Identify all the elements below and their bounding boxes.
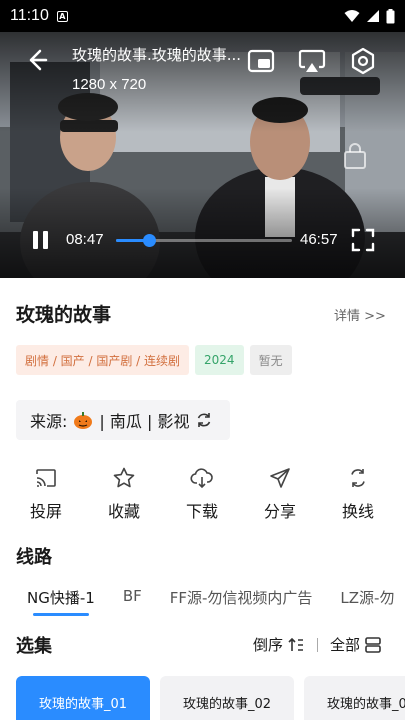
routes-title: 线路	[16, 547, 52, 568]
source-selector[interactable]: 来源: | 南瓜 | 影视	[16, 400, 230, 440]
app-screen: 11:10 A 玫瑰的故事.玫瑰的故事... 1280 x 720 08:47 …	[0, 0, 405, 720]
route-tab[interactable]: LZ源-勿	[340, 587, 394, 608]
switch-line-icon	[351, 469, 365, 487]
download-button[interactable]: 下载	[172, 466, 232, 522]
source-label: 来源:	[30, 412, 68, 431]
episodes-title: 选集	[16, 636, 52, 657]
action-label: 投屏	[29, 502, 62, 521]
episode-controls: 倒序 全部	[253, 634, 382, 655]
duration: 46:57	[300, 231, 338, 248]
picture-in-picture-icon[interactable]	[246, 46, 276, 76]
action-label: 换线	[341, 502, 374, 521]
settings-icon[interactable]	[348, 46, 378, 76]
notification-badge-icon: A	[56, 10, 68, 22]
divider	[317, 637, 319, 652]
rating-tag: 暂无	[249, 345, 292, 375]
video-title: 玫瑰的故事.玫瑰的故事...	[72, 46, 242, 64]
status-indicators	[344, 8, 395, 24]
sort-icon	[288, 637, 304, 651]
source-name: | 南瓜 | 影视	[99, 412, 190, 431]
switch-line-button[interactable]: 换线	[328, 466, 388, 522]
genre-tag: 剧情 / 国产 / 国产剧 / 连续剧	[16, 345, 190, 375]
signal-icon	[367, 10, 379, 22]
back-arrow-icon[interactable]	[22, 46, 50, 74]
status-time: 11:10	[10, 7, 49, 24]
pumpkin-icon	[74, 412, 93, 429]
favorite-button[interactable]: 收藏	[94, 466, 154, 522]
current-time: 08:47	[66, 231, 104, 248]
year-tag: 2024	[195, 345, 244, 375]
tag-row: 剧情 / 国产 / 国产剧 / 连续剧 2024 暂无	[16, 345, 292, 375]
grid-list-icon	[365, 636, 381, 653]
share-icon	[270, 468, 290, 488]
star-icon	[113, 467, 135, 488]
episode-item[interactable]: 玫瑰的故事_03	[304, 676, 405, 720]
cast-icon	[36, 469, 56, 487]
screenshot-lock-icon[interactable]	[340, 142, 370, 172]
refresh-icon[interactable]	[195, 411, 213, 429]
route-label: FF源-勿信视频内广告	[169, 589, 313, 607]
route-tabs: NG快播-1 BF FF源-勿信视频内广告 LZ源-勿	[27, 587, 405, 616]
episode-item[interactable]: 玫瑰的故事_02	[160, 676, 294, 720]
episode-item[interactable]: 玫瑰的故事_01	[16, 676, 150, 720]
airplay-icon[interactable]	[297, 46, 327, 76]
wifi-icon	[344, 10, 360, 22]
seek-bar[interactable]	[116, 234, 292, 247]
action-bar: 投屏 收藏 下载 分享 换线	[16, 466, 388, 522]
route-label: LZ源-勿	[340, 589, 395, 607]
status-bar: 11:10 A	[0, 0, 405, 32]
sort-button[interactable]: 倒序	[253, 634, 305, 655]
action-label: 下载	[185, 502, 218, 521]
show-title: 玫瑰的故事	[16, 304, 112, 326]
cast-button[interactable]: 投屏	[16, 466, 76, 522]
fullscreen-icon[interactable]	[350, 227, 376, 253]
bottom-overlay	[0, 188, 405, 278]
route-label: BF	[122, 587, 142, 605]
route-tab[interactable]: BF	[123, 587, 142, 608]
pause-icon[interactable]	[30, 229, 52, 251]
route-tab[interactable]: NG快播-1	[27, 587, 95, 616]
action-label: 分享	[263, 502, 296, 521]
episode-list: 玫瑰的故事_01 玫瑰的故事_02 玫瑰的故事_03	[16, 676, 405, 720]
all-label: 全部	[330, 636, 361, 654]
video-player[interactable]: 玫瑰的故事.玫瑰的故事... 1280 x 720 08:47 46:57	[0, 32, 405, 278]
route-label: NG快播-1	[27, 589, 95, 607]
battery-icon	[386, 8, 395, 23]
share-button[interactable]: 分享	[250, 466, 310, 522]
all-episodes-button[interactable]: 全部	[330, 634, 382, 655]
download-icon	[190, 468, 213, 489]
video-resolution: 1280 x 720	[72, 76, 147, 93]
route-tab[interactable]: FF源-勿信视频内广告	[170, 587, 313, 608]
action-label: 收藏	[107, 502, 140, 521]
sort-label: 倒序	[253, 636, 284, 654]
details-link[interactable]: 详情 >>	[334, 305, 386, 324]
route-active-indicator	[33, 613, 89, 616]
